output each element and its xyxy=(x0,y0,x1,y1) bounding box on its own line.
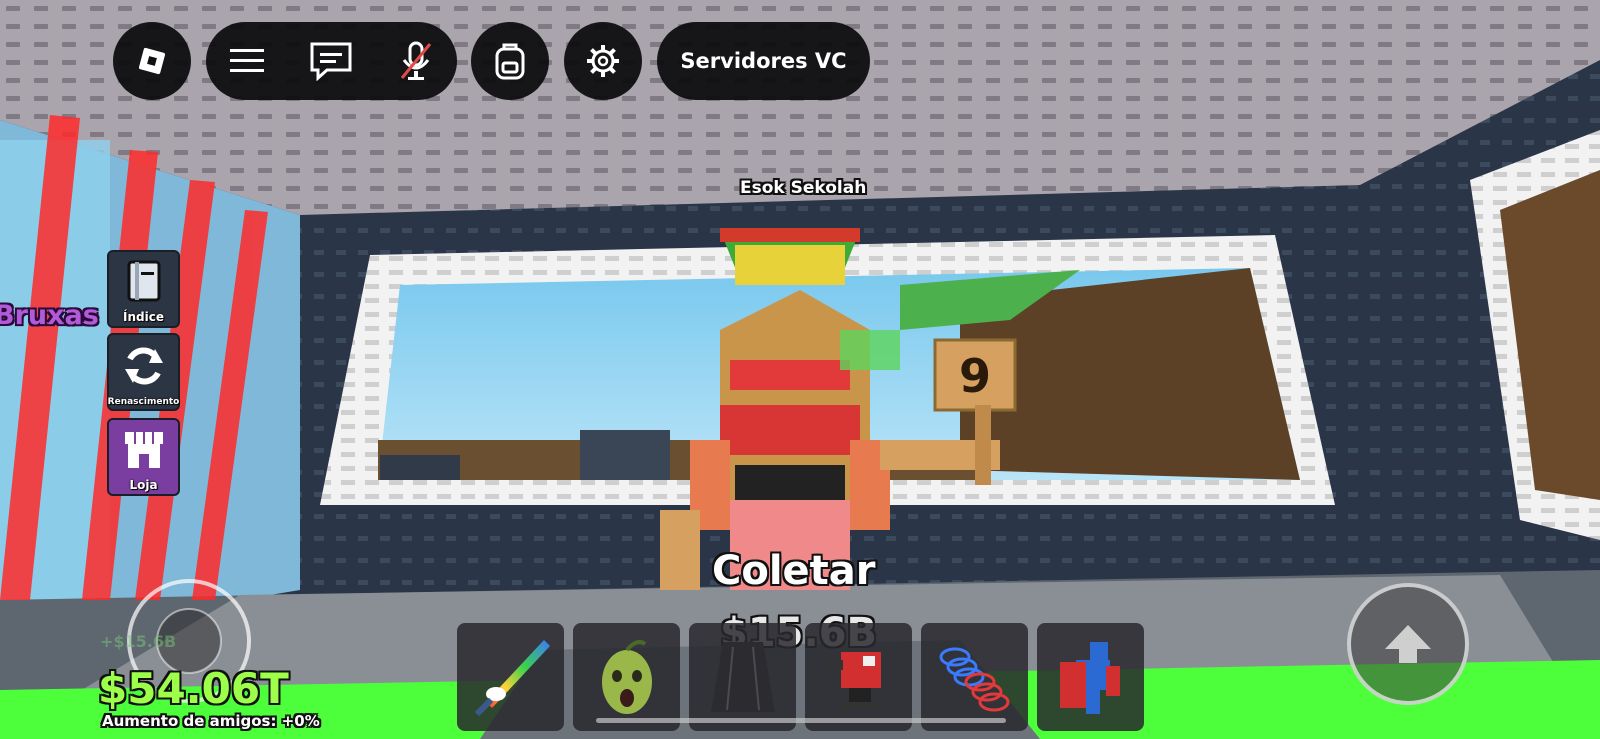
up-arrow-icon xyxy=(1383,623,1433,665)
hotbar-slot-4[interactable] xyxy=(805,623,912,731)
hotbar-slot-3[interactable] xyxy=(689,623,796,731)
chat-icon[interactable] xyxy=(309,41,353,81)
red-blue-figure-icon xyxy=(1046,632,1136,722)
hamburger-menu-icon[interactable] xyxy=(228,46,266,76)
collect-label: Coletar xyxy=(712,548,876,594)
backpack-button[interactable] xyxy=(471,22,549,100)
book-icon xyxy=(121,258,167,310)
hotbar-slot-5[interactable] xyxy=(921,623,1028,731)
zombie-mask-icon xyxy=(587,632,667,722)
money-gain-popup: +$15.6B xyxy=(100,632,177,651)
vc-servers-button[interactable]: Servidores VC xyxy=(657,22,870,100)
hotbar-scroll-indicator xyxy=(596,718,1006,723)
mic-muted-icon[interactable] xyxy=(397,40,435,82)
index-button[interactable]: Índice xyxy=(107,250,180,328)
red-turret-icon xyxy=(819,632,899,722)
money-counter: $54.06T xyxy=(98,664,289,713)
rebirth-label: Renascimento xyxy=(107,397,180,407)
hotbar-slot-1[interactable] xyxy=(457,623,564,731)
zone-label: Bruxas xyxy=(0,300,99,331)
refresh-icon xyxy=(119,341,169,395)
friend-boost-label: Aumento de amigos: +0% xyxy=(102,712,320,730)
settings-button[interactable] xyxy=(564,22,642,100)
vc-servers-label: Servidores VC xyxy=(680,49,847,73)
player-name-tag: Esok Sekolah xyxy=(740,178,867,198)
roblox-menu-button[interactable] xyxy=(113,22,191,100)
rebirth-button[interactable]: Renascimento xyxy=(107,333,180,411)
main-toolbar xyxy=(206,22,457,100)
coil-springs-icon xyxy=(930,632,1020,722)
dark-cape-icon xyxy=(703,632,783,722)
hotbar-slot-6[interactable] xyxy=(1037,623,1144,731)
hotbar-slot-2[interactable] xyxy=(573,623,680,731)
sign-number: 9 xyxy=(959,349,991,403)
jump-button[interactable] xyxy=(1347,583,1469,705)
gear-icon xyxy=(585,43,621,79)
index-label: Índice xyxy=(123,310,164,324)
roblox-logo-icon xyxy=(133,42,171,80)
rainbow-unicorn-sword-icon xyxy=(466,632,556,722)
backpack-icon xyxy=(492,41,528,81)
shop-button[interactable]: Loja xyxy=(107,418,180,496)
shop-label: Loja xyxy=(129,478,158,492)
store-icon xyxy=(119,426,169,478)
